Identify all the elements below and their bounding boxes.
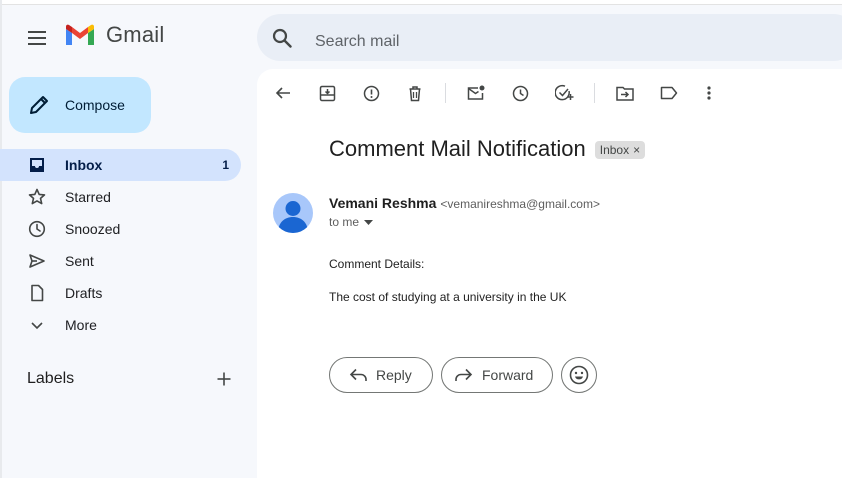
forward-button[interactable]: Forward [441, 357, 553, 393]
forward-label: Forward [482, 367, 534, 383]
mark-unread-icon[interactable] [464, 81, 488, 105]
create-label-button[interactable] [213, 368, 235, 390]
sidebar-item-label: Drafts [65, 285, 103, 301]
chip-label: Inbox [599, 143, 630, 157]
gmail-wordmark: Gmail [106, 22, 165, 47]
sender-email: <vemanireshma@gmail.com> [440, 197, 600, 211]
archive-icon[interactable] [315, 81, 339, 105]
delete-icon[interactable] [403, 81, 427, 105]
back-arrow-icon[interactable] [271, 81, 295, 105]
inbox-unread-count: 1 [222, 158, 229, 172]
recipient-details-toggle[interactable]: to me [329, 215, 374, 229]
sidebar-item-label: More [65, 317, 97, 333]
caret-down-icon [364, 217, 374, 227]
gmail-m-icon [66, 24, 94, 45]
inbox-label-chip: Inbox × [594, 141, 646, 159]
snooze-icon[interactable] [508, 81, 532, 105]
add-to-tasks-icon[interactable] [552, 81, 576, 105]
plus-icon [217, 372, 231, 386]
email-subject: Comment Mail Notification [329, 136, 586, 161]
more-options-icon[interactable] [697, 81, 721, 105]
remove-label-icon[interactable]: × [633, 143, 640, 157]
move-to-icon[interactable] [613, 81, 637, 105]
labels-title: Labels [27, 370, 75, 387]
email-toolbar [271, 81, 721, 105]
sidebar-item-starred[interactable]: Starred [0, 181, 241, 213]
email-body-line: Comment Details: [329, 257, 425, 271]
sender-name[interactable]: Vemani Reshma [329, 195, 436, 211]
compose-label: Compose [65, 97, 125, 113]
main-menu-button[interactable] [22, 24, 52, 52]
star-icon [26, 186, 48, 208]
sidebar-item-drafts[interactable]: Drafts [0, 277, 241, 309]
sidebar-item-label: Snoozed [65, 221, 121, 237]
search-icon[interactable] [271, 27, 293, 49]
clock-icon [26, 218, 48, 240]
smiley-icon [569, 365, 589, 385]
sidebar-item-label: Sent [65, 253, 94, 269]
email-body-line: The cost of studying at a university in … [329, 290, 567, 304]
gmail-logo[interactable]: Gmail [64, 22, 164, 48]
compose-button[interactable]: Compose [9, 77, 151, 133]
sidebar-nav: Inbox 1 Starred Snoozed Sent Drafts More [0, 149, 241, 341]
label-icon[interactable] [657, 81, 681, 105]
email-subject-line: Comment Mail Notification Inbox × [329, 136, 646, 162]
top-border [0, 0, 842, 5]
inbox-icon [26, 154, 48, 176]
pencil-icon [27, 93, 51, 117]
gmail-window: Gmail Compose Inbo [0, 0, 842, 478]
forward-arrow-icon [454, 365, 474, 385]
recipient-label: to me [329, 215, 360, 229]
toolbar-divider [445, 83, 446, 103]
hamburger-menu-icon [28, 31, 46, 45]
sidebar-item-snoozed[interactable]: Snoozed [0, 213, 241, 245]
email-view-panel: Comment Mail Notification Inbox × Vemani… [257, 69, 842, 478]
sidebar-item-more[interactable]: More [0, 309, 241, 341]
toolbar-divider [594, 83, 595, 103]
sender-info: Vemani Reshma <vemanireshma@gmail.com> [329, 195, 600, 211]
reply-button[interactable]: Reply [329, 357, 433, 393]
sidebar-item-label: Inbox [65, 157, 103, 173]
reply-label: Reply [376, 367, 412, 383]
sidebar-item-inbox[interactable]: Inbox 1 [0, 149, 241, 181]
avatar [273, 193, 313, 233]
draft-icon [26, 282, 48, 304]
send-icon [26, 250, 48, 272]
emoji-reaction-button[interactable] [561, 357, 597, 393]
search-bar[interactable] [257, 14, 842, 61]
sidebar-item-sent[interactable]: Sent [0, 245, 241, 277]
labels-section-header: Labels [27, 368, 237, 390]
report-spam-icon[interactable] [359, 81, 383, 105]
chevron-down-icon [26, 314, 48, 336]
reply-arrow-icon [348, 365, 368, 385]
search-input[interactable] [315, 32, 715, 51]
email-actions: Reply Forward [329, 357, 597, 393]
sidebar-item-label: Starred [65, 189, 111, 205]
person-icon [273, 193, 313, 233]
